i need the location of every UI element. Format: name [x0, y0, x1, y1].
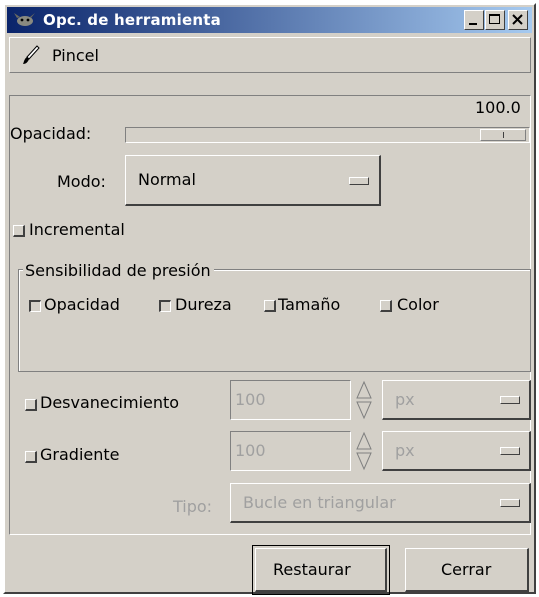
maximize-icon[interactable]	[485, 10, 505, 30]
type-select[interactable]: Bucle en triangular	[230, 483, 531, 523]
mode-label: Modo:	[57, 172, 106, 191]
minimize-icon[interactable]	[464, 10, 484, 30]
app-icon	[13, 10, 37, 30]
pressure-size-checkbox[interactable]	[264, 300, 276, 312]
fade-unit: px	[395, 390, 415, 409]
pressure-color-checkbox[interactable]	[380, 300, 392, 312]
dropdown-icon	[500, 396, 520, 404]
opacity-label: Opacidad:	[10, 124, 92, 143]
pressure-opacity-label[interactable]: Opacidad	[44, 295, 120, 314]
opacity-slider-handle[interactable]	[480, 129, 526, 141]
fade-unit-select[interactable]: px	[382, 380, 531, 420]
dropdown-icon	[349, 177, 369, 185]
fade-spinner-icon[interactable]	[355, 380, 373, 420]
gradient-spinner-icon[interactable]	[355, 431, 373, 471]
dropdown-icon	[500, 499, 520, 507]
gradient-input[interactable]: 100	[230, 431, 351, 471]
reset-button-label: Restaurar	[273, 560, 351, 579]
gradient-unit-select[interactable]: px	[382, 431, 531, 471]
incremental-label[interactable]: Incremental	[29, 220, 125, 239]
dropdown-icon	[500, 447, 520, 455]
pressure-group	[18, 269, 531, 372]
gradient-value: 100	[235, 441, 266, 460]
window-title: Opc. de herramienta	[43, 11, 221, 29]
gradient-checkbox[interactable]	[25, 451, 37, 463]
brush-icon	[20, 44, 42, 66]
close-button-label: Cerrar	[441, 560, 492, 579]
pressure-hardness-checkbox[interactable]	[159, 300, 171, 312]
reset-button[interactable]: Restaurar	[255, 548, 387, 592]
fade-label[interactable]: Desvanecimiento	[40, 393, 179, 412]
pressure-color-label[interactable]: Color	[397, 295, 439, 314]
title-bar[interactable]: Opc. de herramienta	[7, 7, 532, 33]
mode-value: Normal	[138, 170, 196, 189]
tool-name: Pincel	[52, 46, 99, 65]
fade-checkbox[interactable]	[25, 399, 37, 411]
tool-header: Pincel	[9, 37, 531, 73]
close-button[interactable]: Cerrar	[405, 548, 529, 592]
opacity-value: 100.0	[475, 98, 521, 117]
fade-value: 100	[235, 390, 266, 409]
pressure-title: Sensibilidad de presión	[23, 261, 214, 280]
mode-select[interactable]: Normal	[125, 155, 381, 206]
pressure-size-label[interactable]: Tamaño	[278, 295, 340, 314]
pressure-hardness-label[interactable]: Dureza	[175, 295, 232, 314]
gradient-unit: px	[395, 441, 415, 460]
pressure-opacity-checkbox[interactable]	[29, 300, 41, 312]
incremental-checkbox[interactable]	[13, 225, 25, 237]
type-label: Tipo:	[173, 497, 213, 516]
fade-input[interactable]: 100	[230, 380, 351, 420]
type-value: Bucle en triangular	[243, 493, 396, 512]
slider-grip	[503, 132, 504, 138]
close-icon[interactable]	[508, 10, 528, 30]
opacity-slider[interactable]	[125, 127, 530, 143]
gradient-label[interactable]: Gradiente	[40, 445, 119, 464]
tool-options-window: Opc. de herramienta Pincel 100.0 Opacida…	[3, 3, 536, 595]
